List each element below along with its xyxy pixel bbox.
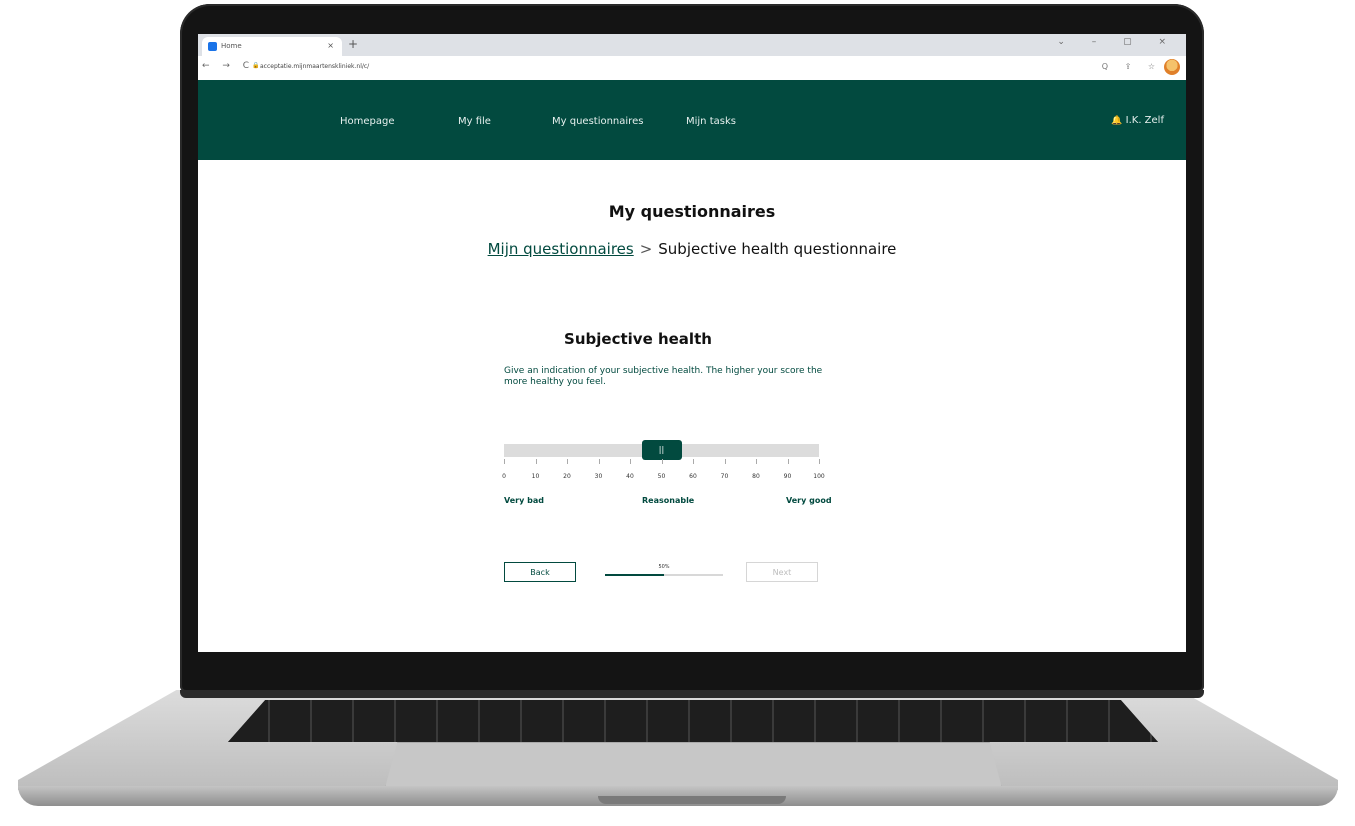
favicon-icon [208,42,217,51]
breadcrumb-link-questionnaires[interactable]: Mijn questionnaires [488,240,634,258]
slider-label-high: Very good [786,496,832,505]
app-navbar: Homepage My file My questionnaires Mijn … [198,80,1186,160]
slider-tick [630,459,631,464]
slider-tick-label: 90 [783,473,792,480]
slider-tick-label: 30 [594,473,603,480]
browser-tab[interactable]: Home × [202,37,342,56]
slider-tick-label: 100 [813,473,825,480]
nav-my-questionnaires[interactable]: My questionnaires [552,116,643,127]
slider-tick [567,459,568,464]
slider-tick [535,459,537,464]
browser-tools[interactable]: Q ⇪ ☆ [1102,62,1162,71]
progress-bar [605,574,723,576]
browser-address-bar: ← → C 🔒 acceptatie.mijnmaartenskliniek.n… [198,56,1186,81]
slider-tick [756,459,757,464]
page-title: My questionnaires [608,202,776,221]
back-button[interactable]: Back [504,562,576,582]
laptop-hinge [180,690,1204,698]
slider-tick-label: 0 [502,473,506,480]
health-slider-fill [504,444,662,457]
slider-tick-label: 80 [752,473,760,480]
laptop-notch [598,796,786,804]
slider-tick [598,459,600,464]
slider-tick [693,459,694,464]
laptop-keyboard [228,700,1158,742]
bell-icon[interactable]: 🔔 [1111,116,1122,126]
slider-tick-label: 60 [689,473,697,480]
url-input[interactable]: acceptatie.mijnmaartenskliniek.nl/c/ [260,63,369,70]
nav-homepage[interactable]: Homepage [340,116,395,127]
slider-tick-label: 70 [720,473,729,480]
next-button[interactable]: Next [746,562,818,582]
slider-tick [661,459,663,464]
slider-tick-label: 20 [563,473,571,480]
tab-title: Home [221,42,242,50]
breadcrumb-separator: > [639,240,653,258]
slider-tick-label: 40 [626,473,634,480]
new-tab-button[interactable]: + [348,37,358,51]
health-slider-thumb[interactable]: || [641,440,682,460]
slider-tick [504,459,505,464]
lock-icon: 🔒 [252,62,260,69]
profile-avatar-icon[interactable] [1164,59,1180,75]
breadcrumb: Mijn questionnaires > Subjective health qu… [198,240,1186,258]
slider-tick-label: 50 [657,473,666,480]
tab-close-icon[interactable]: × [327,41,334,50]
breadcrumb-current: Subjective health questionnaire [658,240,897,258]
slider-tick [724,459,726,464]
slider-label-low: Very bad [504,496,544,505]
question-title: Subjective health [564,330,712,348]
user-menu[interactable]: 🔔 I.K. Zelf [1111,115,1164,126]
slider-tick [787,459,789,464]
progress-bar-fill [605,574,664,576]
user-name: I.K. Zelf [1125,115,1164,126]
laptop-screen: Home × + ⌄ – ▢ × ← → C 🔒 acceptatie.mijn… [198,34,1186,652]
slider-tick [819,459,820,464]
window-controls[interactable]: ⌄ – ▢ × [1057,37,1178,47]
browser-nav-buttons[interactable]: ← → C [202,61,254,71]
slider-tick-label: 10 [531,473,540,480]
progress-label: 50% [658,564,670,570]
question-description: Give an indication of your subjective he… [504,366,823,387]
slider-label-mid: Reasonable [642,496,695,505]
laptop-trackpad [385,742,1002,788]
nav-mijn-tasks[interactable]: Mijn tasks [686,116,736,127]
browser-tabbar: Home × + ⌄ – ▢ × [198,34,1186,56]
nav-my-file[interactable]: My file [458,116,491,127]
